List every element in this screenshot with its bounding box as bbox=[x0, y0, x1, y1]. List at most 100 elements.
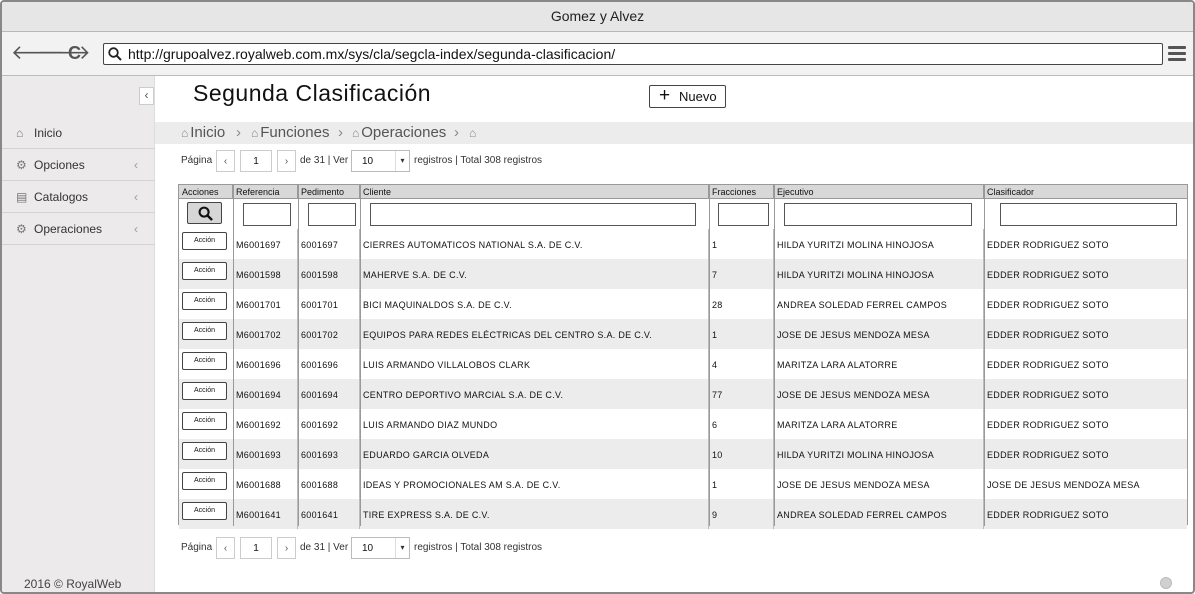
cell-clasificador: EDDER RODRIGUEZ SOTO bbox=[987, 330, 1109, 340]
sidebar-item-catalogos[interactable]: ▤ Catalogos ‹ bbox=[2, 181, 155, 213]
table-header: Acciones Referencia Pedimento Cliente Fr… bbox=[179, 185, 1187, 199]
breadcrumb-separator: › bbox=[454, 124, 459, 141]
new-button[interactable]: + Nuevo bbox=[649, 85, 726, 108]
gear-icon: ⚙ bbox=[16, 222, 27, 236]
cell-clasificador: EDDER RODRIGUEZ SOTO bbox=[987, 390, 1109, 400]
new-button-label: Nuevo bbox=[679, 89, 717, 104]
cell-cliente: LUIS ARMANDO VILLALOBOS CLARK bbox=[360, 349, 709, 379]
cell-pedimento: 6001641 bbox=[298, 499, 360, 529]
chevron-left-icon: ‹ bbox=[134, 190, 138, 204]
action-button[interactable]: Acción bbox=[182, 382, 227, 400]
page-number-input[interactable]: 1 bbox=[240, 537, 272, 559]
next-page-button[interactable]: › bbox=[277, 150, 296, 172]
table-row: Acción M6001694 6001694 CENTRO DEPORTIVO MA… bbox=[179, 379, 1187, 409]
url-input[interactable]: http://grupoalvez.royalweb.com.mx/sys/cl… bbox=[103, 43, 1163, 65]
cell-ejecutivo: HILDA YURITZI MOLINA HINOJOSA bbox=[774, 439, 984, 469]
cell-cliente: MAHERVE S.A. DE C.V. bbox=[360, 259, 709, 289]
cell-ejecutivo: JOSE DE JESUS MENDOZA MESA bbox=[774, 319, 984, 349]
action-button[interactable]: Acción bbox=[182, 292, 227, 310]
cell-fracciones: 7 bbox=[709, 259, 774, 289]
filter-ejecutivo-input[interactable] bbox=[784, 203, 972, 226]
filter-referencia-input[interactable] bbox=[243, 203, 291, 226]
breadcrumb: ⌂ Inicio › ⌂ Funciones › ⌂ Operaciones › ⌂ bbox=[155, 122, 1193, 144]
chevron-down-icon: ▾ bbox=[395, 151, 409, 171]
home-icon: ⌂ bbox=[352, 126, 360, 140]
search-button[interactable] bbox=[187, 202, 222, 224]
next-page-button[interactable]: › bbox=[277, 537, 296, 559]
cell-cliente: TIRE EXPRESS S.A. DE C.V. bbox=[360, 499, 709, 529]
cell-clasificador: EDDER RODRIGUEZ SOTO bbox=[987, 270, 1109, 280]
chevron-left-icon: ‹ bbox=[134, 222, 138, 236]
cell-cliente: IDEAS Y PROMOCIONALES AM S.A. DE C.V. bbox=[360, 469, 709, 499]
action-button[interactable]: Acción bbox=[182, 472, 227, 490]
cell-ejecutivo: JOSE DE JESUS MENDOZA MESA bbox=[774, 379, 984, 409]
forward-arrow-icon[interactable]: 🡒 bbox=[37, 40, 91, 66]
filter-clasificador-input[interactable] bbox=[1000, 203, 1177, 226]
address-bar: 🡐 🡒 C http://grupoalvez.royalweb.com.mx/… bbox=[2, 32, 1193, 76]
per-page-select[interactable]: 10 ▾ bbox=[351, 537, 410, 559]
home-icon: ⌂ bbox=[181, 126, 189, 140]
per-page-value: 10 bbox=[362, 156, 374, 167]
menu-icon[interactable] bbox=[1168, 46, 1186, 62]
main-content: Segunda Clasificación + Nuevo ⌂ Inicio › … bbox=[155, 76, 1193, 574]
column-header-ejecutivo: Ejecutivo bbox=[774, 185, 984, 199]
sidebar-item-opciones[interactable]: ⚙ Opciones ‹ bbox=[2, 149, 155, 181]
sidebar-item-label: Catalogos bbox=[34, 190, 89, 204]
sidebar: ‹ ⌂ Inicio ⚙ Opciones ‹ ▤ Catalogos ‹ ⚙ … bbox=[2, 76, 155, 592]
cell-clasificador: JOSE DE JESUS MENDOZA MESA bbox=[987, 480, 1140, 490]
cell-fracciones: 9 bbox=[709, 499, 774, 529]
cell-ejecutivo: ANDREA SOLEDAD FERREL CAMPOS bbox=[774, 499, 984, 529]
prev-page-button[interactable]: ‹ bbox=[216, 150, 235, 172]
cell-clasificador: EDDER RODRIGUEZ SOTO bbox=[987, 510, 1109, 520]
chevron-down-icon: ▾ bbox=[395, 538, 409, 558]
per-page-select[interactable]: 10 ▾ bbox=[351, 150, 410, 172]
cell-pedimento: 6001688 bbox=[298, 469, 360, 499]
cell-cliente: LUIS ARMANDO DIAZ MUNDO bbox=[360, 409, 709, 439]
list-icon: ▤ bbox=[16, 190, 28, 204]
pagination-label: Página bbox=[181, 542, 213, 553]
cell-pedimento: 6001598 bbox=[298, 259, 360, 289]
cell-referencia: M6001697 bbox=[233, 229, 298, 259]
cell-fracciones: 1 bbox=[709, 319, 774, 349]
action-button[interactable]: Acción bbox=[182, 232, 227, 250]
column-header-pedimento: Pedimento bbox=[298, 185, 360, 199]
cell-clasificador: EDDER RODRIGUEZ SOTO bbox=[987, 360, 1109, 370]
table-row: Acción M6001693 6001693 EDUARDO GARCIA OLVE… bbox=[179, 439, 1187, 469]
cell-referencia: M6001598 bbox=[233, 259, 298, 289]
breadcrumb-item-funciones[interactable]: ⌂ Funciones bbox=[251, 122, 329, 144]
cell-pedimento: 6001696 bbox=[298, 349, 360, 379]
home-icon: ⌂ bbox=[251, 126, 259, 140]
sidebar-collapse-button[interactable]: ‹ bbox=[139, 87, 154, 105]
cell-fracciones: 10 bbox=[709, 439, 774, 469]
sidebar-item-label: Operaciones bbox=[34, 222, 103, 236]
cell-fracciones: 4 bbox=[709, 349, 774, 379]
breadcrumb-item-inicio[interactable]: ⌂ Inicio bbox=[181, 122, 225, 144]
table-row: Acción M6001701 6001701 BICI MAQUINALDOS S.… bbox=[179, 289, 1187, 319]
column-header-clasificador: Clasificador bbox=[987, 187, 1035, 197]
reload-icon[interactable]: C bbox=[68, 40, 81, 66]
pagination-top: Página ‹ 1 › de 31 | Ver 10 ▾ registros … bbox=[181, 150, 581, 172]
cell-referencia: M6001641 bbox=[233, 499, 298, 529]
cell-fracciones: 28 bbox=[709, 289, 774, 319]
scroll-indicator[interactable] bbox=[1160, 577, 1172, 589]
filter-cliente-input[interactable] bbox=[370, 203, 696, 226]
filter-pedimento-input[interactable] bbox=[308, 203, 356, 226]
prev-page-button[interactable]: ‹ bbox=[216, 537, 235, 559]
action-button[interactable]: Acción bbox=[182, 502, 227, 520]
plus-icon: + bbox=[659, 85, 671, 106]
column-header-referencia: Referencia bbox=[233, 185, 298, 199]
action-button[interactable]: Acción bbox=[182, 412, 227, 430]
pagination-label: Página bbox=[181, 155, 213, 166]
filter-fracciones-input[interactable] bbox=[718, 203, 769, 226]
table-row: Acción M6001696 6001696 LUIS ARMANDO VILLAL… bbox=[179, 349, 1187, 379]
sidebar-item-inicio[interactable]: ⌂ Inicio bbox=[2, 117, 155, 149]
breadcrumb-item-operaciones[interactable]: ⌂ Operaciones bbox=[352, 122, 446, 144]
sidebar-item-operaciones[interactable]: ⚙ Operaciones ‹ bbox=[2, 213, 155, 245]
action-button[interactable]: Acción bbox=[182, 262, 227, 280]
action-button[interactable]: Acción bbox=[182, 352, 227, 370]
action-button[interactable]: Acción bbox=[182, 322, 227, 340]
page-number-input[interactable]: 1 bbox=[240, 150, 272, 172]
url-text: http://grupoalvez.royalweb.com.mx/sys/cl… bbox=[128, 46, 616, 62]
cell-cliente: EDUARDO GARCIA OLVEDA bbox=[360, 439, 709, 469]
action-button[interactable]: Acción bbox=[182, 442, 227, 460]
